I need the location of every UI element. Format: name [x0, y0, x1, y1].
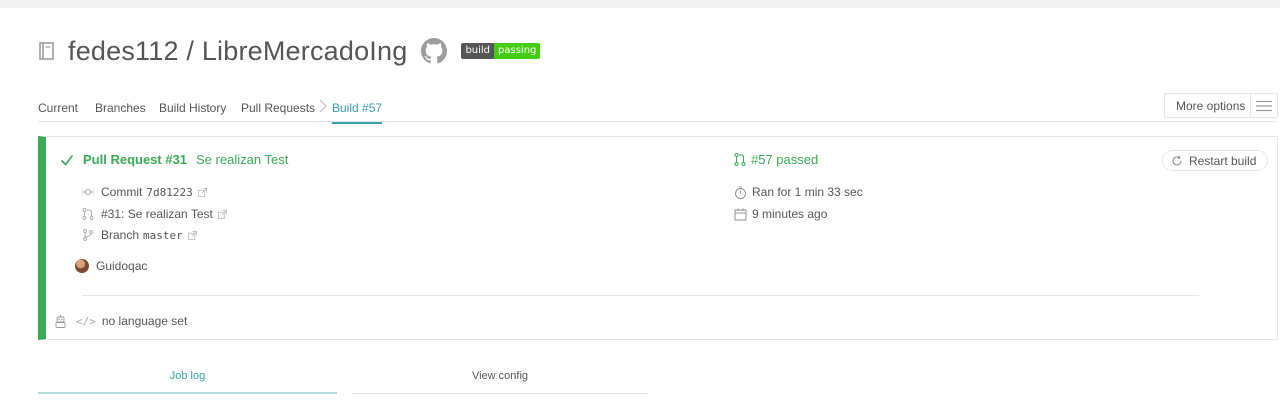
tab-current[interactable]: Current [38, 101, 78, 115]
badge-label: build [461, 43, 495, 59]
duration-row: Ran for 1 min 33 sec [734, 185, 863, 199]
tab-view-config[interactable]: View config [351, 370, 649, 394]
commit-icon [82, 189, 94, 195]
robot-icon [55, 314, 66, 328]
more-options-button[interactable]: More options [1164, 93, 1278, 118]
stopwatch-icon [735, 186, 746, 199]
commit-hash[interactable]: 7d81223 [146, 186, 192, 199]
restart-build-label: Restart build [1189, 153, 1257, 168]
branch-row[interactable]: Branch master [82, 228, 204, 242]
hamburger-menu-icon[interactable] [1249, 94, 1277, 117]
top-bar [0, 0, 1280, 8]
external-link-icon[interactable] [187, 230, 197, 240]
branch-label: Branch [101, 228, 140, 242]
github-icon[interactable] [421, 38, 448, 64]
build-status[interactable]: #57 passed [734, 152, 818, 167]
build-status-badge[interactable]: build passing [461, 43, 541, 59]
branch-name[interactable]: master [143, 229, 183, 242]
finished-row: 9 minutes ago [734, 207, 827, 221]
badge-status: passing [494, 43, 541, 59]
pull-request-icon [734, 153, 746, 166]
author-name: Guidoqac [96, 259, 148, 273]
repo-separator: / [186, 35, 195, 66]
avatar [75, 259, 89, 273]
repo-owner[interactable]: fedes112 [68, 36, 179, 66]
build-summary-card: Pull Request #31 Se realizan Test Commit… [38, 136, 1278, 340]
restart-icon [1172, 155, 1182, 165]
repo-header: fedes112 / LibreMercadoIng build passing [38, 34, 541, 68]
duration-text: Ran for 1 min 33 sec [752, 185, 863, 199]
commit-label: Commit [101, 185, 143, 199]
commit-row[interactable]: Commit 7d81223 [82, 185, 214, 199]
language-row: </> no language set [54, 314, 187, 328]
more-options-label: More options [1176, 98, 1246, 113]
chevron-right-icon [319, 99, 327, 113]
tab-job-log[interactable]: Job log [38, 370, 337, 394]
check-icon [60, 154, 74, 166]
language-label: no language set [101, 314, 188, 328]
branch-icon [83, 229, 93, 241]
pull-request-icon [82, 208, 94, 220]
build-status-text[interactable]: #57 passed [751, 152, 818, 167]
pull-request-heading[interactable]: Pull Request #31 Se realizan Test [60, 152, 288, 167]
restart-build-button[interactable]: Restart build [1162, 150, 1268, 171]
external-link-icon[interactable] [197, 187, 207, 197]
pull-request-ref[interactable]: #31: Se realizan Test [101, 207, 213, 221]
tab-pull-requests[interactable]: Pull Requests [241, 101, 315, 115]
tab-build-57[interactable]: Build #57 [332, 101, 383, 124]
card-divider [82, 295, 1199, 296]
author-row: Guidoqac [75, 259, 147, 273]
code-icon: </> [76, 314, 96, 328]
calendar-icon [734, 208, 747, 220]
repo-name[interactable]: LibreMercadoIng [202, 36, 408, 66]
tab-branches[interactable]: Branches [95, 101, 146, 115]
pull-request-ref-row[interactable]: #31: Se realizan Test [82, 207, 234, 221]
repo-title[interactable]: fedes112 / LibreMercadoIng [68, 36, 407, 67]
finished-text: 9 minutes ago [752, 207, 828, 221]
pull-request-number[interactable]: Pull Request #31 [83, 152, 187, 167]
pull-request-title[interactable]: Se realizan Test [196, 152, 288, 167]
tab-build-history[interactable]: Build History [159, 101, 226, 115]
repo-book-icon [39, 42, 54, 60]
external-link-icon[interactable] [217, 209, 227, 219]
repo-nav-tabs: Current Branches Build History Pull Requ… [38, 95, 1277, 124]
